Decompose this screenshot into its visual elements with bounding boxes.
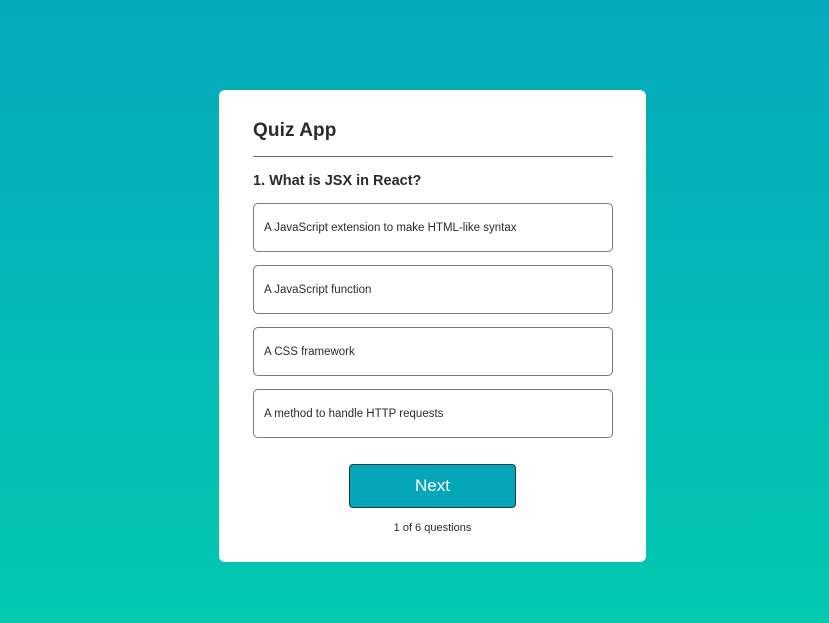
answer-options: A JavaScript extension to make HTML-like… <box>253 203 613 451</box>
question-text: 1. What is JSX in React? <box>253 173 422 189</box>
answer-option-2[interactable]: A JavaScript function <box>253 265 613 314</box>
answer-option-label: A method to handle HTTP requests <box>264 407 444 420</box>
answer-option-label: A JavaScript extension to make HTML-like… <box>264 221 517 234</box>
answer-option-label: A JavaScript function <box>264 283 372 296</box>
answer-option-1[interactable]: A JavaScript extension to make HTML-like… <box>253 203 613 252</box>
answer-option-3[interactable]: A CSS framework <box>253 327 613 376</box>
next-button[interactable]: Next <box>349 464 516 508</box>
title-divider <box>253 156 613 157</box>
answer-option-label: A CSS framework <box>264 345 355 358</box>
answer-option-4[interactable]: A method to handle HTTP requests <box>253 389 613 438</box>
app-title: Quiz App <box>253 120 337 141</box>
quiz-card: Quiz App 1. What is JSX in React? A Java… <box>219 90 646 562</box>
question-progress: 1 of 6 questions <box>393 522 472 534</box>
